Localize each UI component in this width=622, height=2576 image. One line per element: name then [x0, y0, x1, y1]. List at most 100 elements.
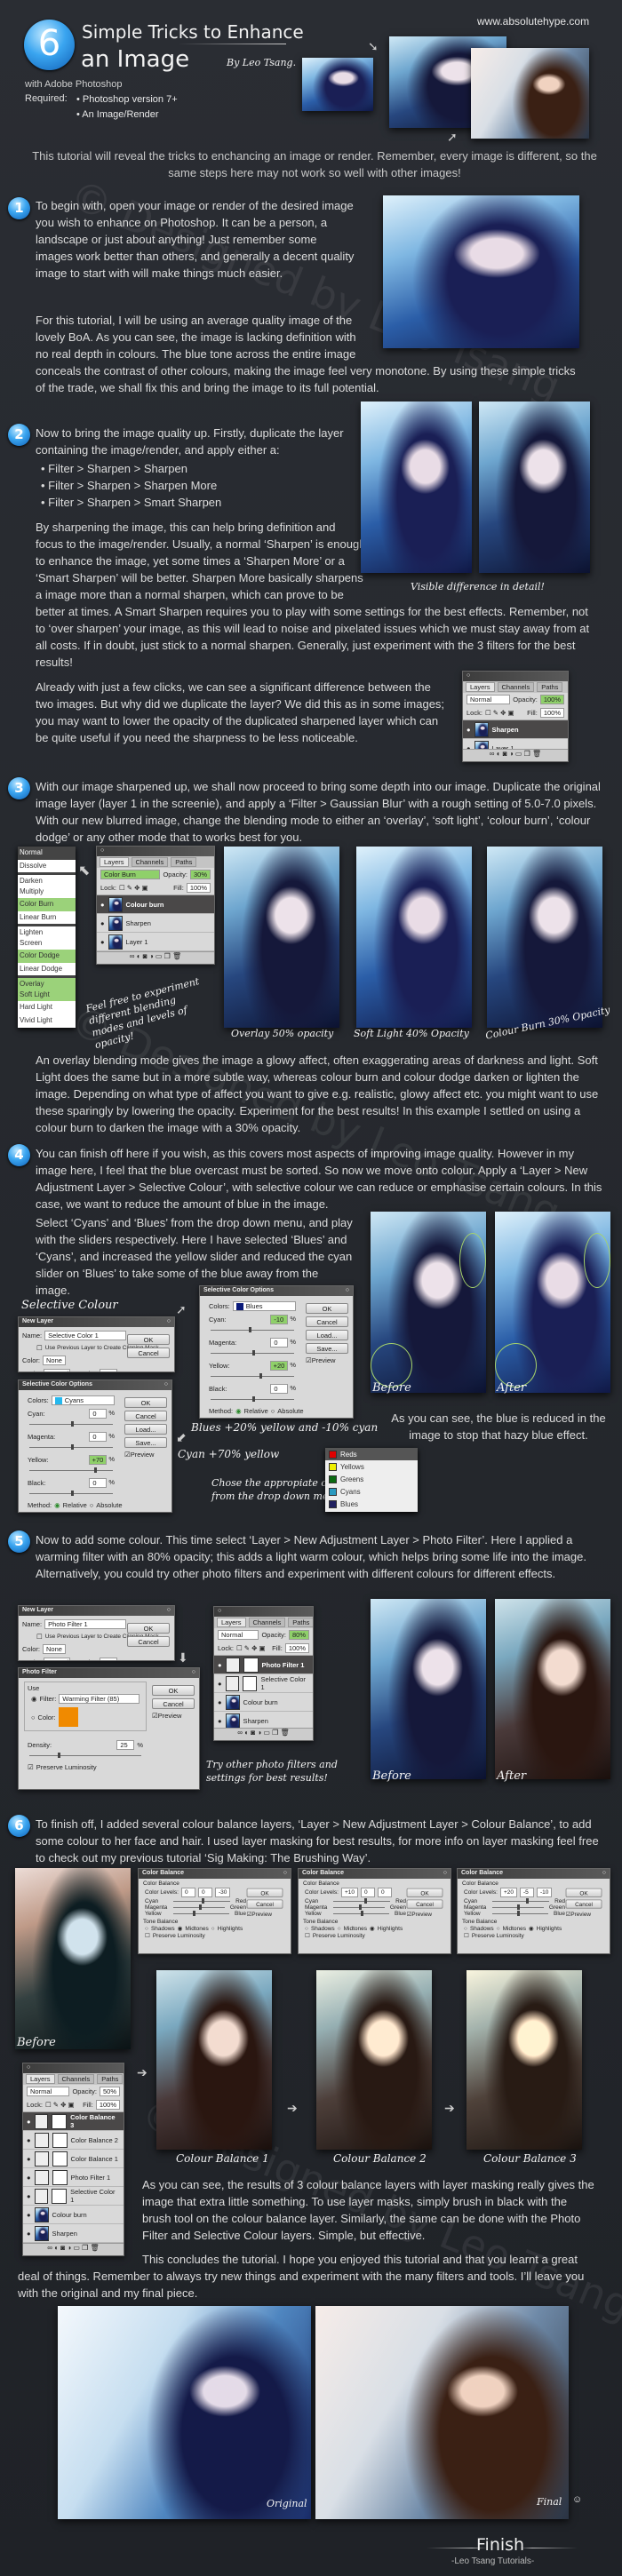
- level-input[interactable]: +20: [499, 1888, 517, 1897]
- layer-row[interactable]: ● Colour burn: [214, 1693, 313, 1712]
- cancel-button[interactable]: Cancel: [124, 1411, 167, 1421]
- slider[interactable]: [211, 1350, 294, 1356]
- slider[interactable]: [211, 1373, 294, 1379]
- blend-mode-option[interactable]: Color Burn: [18, 898, 76, 911]
- ok-button[interactable]: OK: [565, 1888, 602, 1897]
- slider[interactable]: [29, 1421, 113, 1427]
- blend-mode-option[interactable]: Dissolve: [18, 860, 76, 873]
- clip-checkbox[interactable]: ☐: [36, 1633, 43, 1641]
- slider-handle[interactable]: [259, 1373, 262, 1379]
- ok-button[interactable]: OK: [306, 1303, 348, 1314]
- slider-handle[interactable]: [94, 1467, 98, 1473]
- eye-icon[interactable]: ●: [100, 901, 105, 909]
- slider-value-input[interactable]: +70: [88, 1455, 108, 1465]
- ok-button[interactable]: OK: [124, 1397, 167, 1408]
- blend-mode-select[interactable]: Normal: [27, 2087, 70, 2096]
- close-icon[interactable]: ○: [283, 1870, 287, 1878]
- fill-input[interactable]: 100%: [95, 2100, 120, 2110]
- balance-slider[interactable]: [333, 1898, 391, 1904]
- load-button[interactable]: Load...: [124, 1424, 167, 1435]
- radio-relative[interactable]: ◉: [54, 1501, 60, 1509]
- density-slider[interactable]: [29, 1753, 141, 1758]
- slider-handle[interactable]: [361, 1911, 364, 1916]
- eye-icon[interactable]: ●: [27, 2174, 31, 2182]
- level-input[interactable]: -10: [536, 1888, 553, 1897]
- slider[interactable]: [29, 1444, 113, 1450]
- tab-channels[interactable]: Channels: [57, 2074, 95, 2084]
- checkbox[interactable]: ☑: [124, 1451, 131, 1459]
- slider-value-input[interactable]: 0: [270, 1384, 289, 1394]
- balance-slider[interactable]: [333, 1904, 385, 1910]
- ok-button[interactable]: OK: [406, 1888, 443, 1897]
- balance-slider[interactable]: [492, 1904, 544, 1910]
- radio-absolute[interactable]: ○: [271, 1407, 275, 1415]
- checkbox[interactable]: ☑: [306, 1356, 312, 1364]
- tone-radio[interactable]: ○: [145, 1926, 148, 1932]
- layer-row[interactable]: ● Layer 1: [97, 933, 214, 951]
- opacity-input[interactable]: 80%: [288, 1630, 309, 1640]
- clip-checkbox[interactable]: ☐: [36, 1344, 43, 1352]
- radio-absolute[interactable]: ○: [90, 1501, 94, 1509]
- layer-row[interactable]: ● Selective Color 1: [23, 2187, 124, 2206]
- opacity-input[interactable]: 30%: [189, 870, 211, 879]
- balance-slider[interactable]: [492, 1898, 550, 1904]
- name-input[interactable]: Photo Filter 1: [44, 1619, 126, 1629]
- cancel-button[interactable]: Cancel: [406, 1899, 443, 1909]
- close-icon[interactable]: ○: [346, 1287, 349, 1295]
- opacity-input[interactable]: 50%: [99, 2087, 120, 2096]
- cancel-button[interactable]: Cancel: [565, 1899, 602, 1909]
- slider-handle[interactable]: [57, 1753, 60, 1758]
- ok-button[interactable]: OK: [127, 1334, 170, 1345]
- checkbox[interactable]: ☑: [28, 1763, 34, 1771]
- blend-mode-select[interactable]: Color Burn: [100, 870, 161, 879]
- preview-checkbox[interactable]: ☑Preview: [152, 1712, 195, 1720]
- mode-select[interactable]: Normal: [43, 1369, 70, 1371]
- opacity-input[interactable]: 100: [100, 1369, 118, 1371]
- blend-mode-option[interactable]: Darken: [18, 872, 76, 886]
- blend-mode-option[interactable]: Lighten: [18, 924, 76, 937]
- save-button[interactable]: Save...: [124, 1437, 167, 1448]
- radio-filter[interactable]: ◉: [31, 1695, 37, 1703]
- blend-mode-option[interactable]: Hard Light: [18, 1001, 76, 1014]
- close-icon[interactable]: ○: [218, 1608, 221, 1616]
- slider-handle[interactable]: [71, 1421, 74, 1427]
- eye-icon[interactable]: ●: [27, 2192, 31, 2200]
- slider-value-input[interactable]: 0: [89, 1409, 108, 1419]
- cancel-button[interactable]: Cancel: [127, 1636, 170, 1647]
- cancel-button[interactable]: Cancel: [246, 1899, 283, 1909]
- colors-select[interactable]: Cyans: [51, 1395, 115, 1405]
- eye-icon[interactable]: ●: [27, 2118, 31, 2126]
- slider-handle[interactable]: [364, 1898, 368, 1904]
- tone-radio[interactable]: ○: [497, 1926, 500, 1932]
- cancel-button[interactable]: Cancel: [127, 1348, 170, 1358]
- opacity-input[interactable]: 100: [100, 1658, 118, 1660]
- slider-value-input[interactable]: -10: [270, 1315, 289, 1324]
- dropdown-option[interactable]: Greens: [325, 1473, 418, 1485]
- level-input[interactable]: 0: [180, 1888, 195, 1897]
- tab-paths[interactable]: Paths: [171, 857, 197, 867]
- color-select[interactable]: None: [43, 1644, 66, 1654]
- ok-button[interactable]: OK: [246, 1888, 283, 1897]
- dropdown-option[interactable]: Reds: [325, 1448, 418, 1460]
- tone-radio[interactable]: ◉: [529, 1925, 534, 1932]
- preview-checkbox[interactable]: ☑Preview: [124, 1451, 167, 1459]
- dropdown-option[interactable]: Blues: [325, 1498, 418, 1510]
- blend-mode-option[interactable]: Linear Dodge: [18, 963, 76, 976]
- preview-checkbox[interactable]: ☑Preview: [306, 1356, 348, 1364]
- level-input[interactable]: 0: [377, 1888, 392, 1897]
- tone-radio[interactable]: ○: [305, 1926, 308, 1932]
- slider-value-input[interactable]: +20: [269, 1361, 289, 1371]
- close-icon[interactable]: ○: [167, 1318, 171, 1326]
- checkbox[interactable]: ☐: [305, 1932, 310, 1939]
- tab-layers[interactable]: Layers: [100, 857, 129, 867]
- layer-row[interactable]: ● Sharpen: [463, 720, 568, 739]
- slider-handle[interactable]: [252, 1350, 255, 1356]
- name-input[interactable]: Selective Color 1: [44, 1331, 126, 1340]
- radio-color[interactable]: ○: [31, 1713, 36, 1721]
- tone-radio[interactable]: ○: [211, 1926, 215, 1932]
- close-icon[interactable]: ○: [167, 1607, 171, 1615]
- blend-mode-select[interactable]: Normal: [218, 1630, 259, 1640]
- opacity-input[interactable]: 100%: [539, 695, 564, 704]
- slider-handle[interactable]: [71, 1491, 74, 1496]
- dropdown-option[interactable]: Yellows: [325, 1460, 418, 1473]
